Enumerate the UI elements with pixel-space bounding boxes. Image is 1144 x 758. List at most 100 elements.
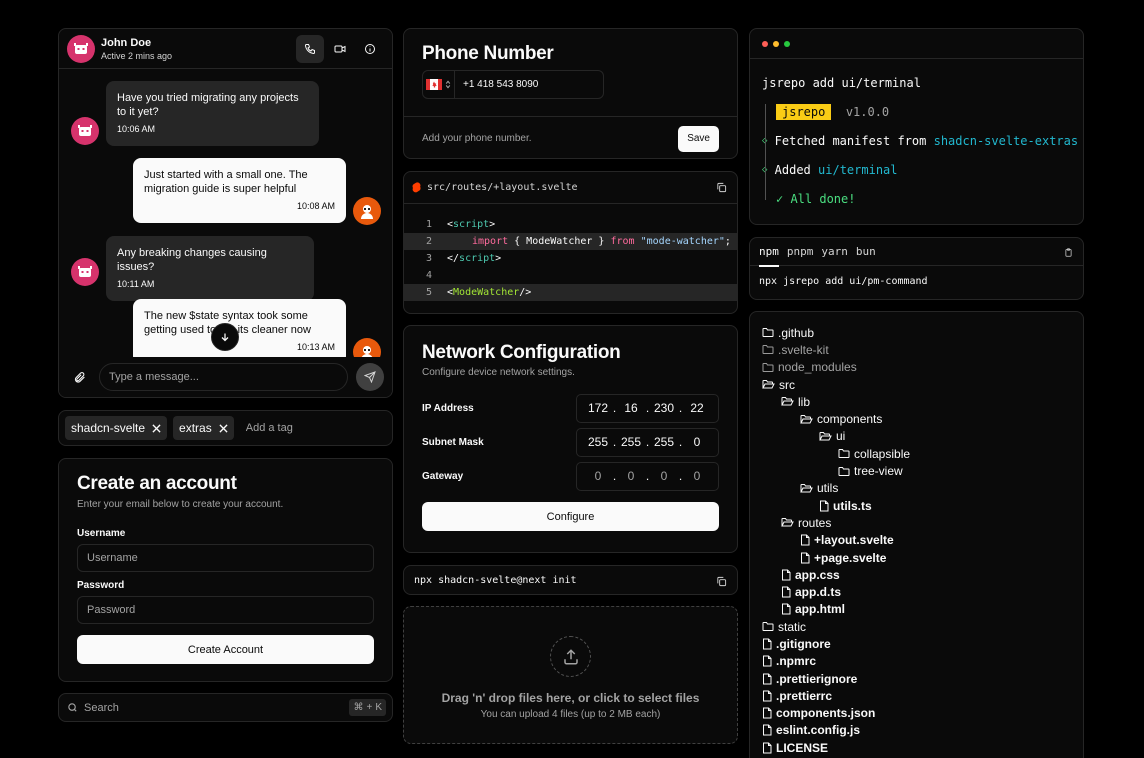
tree-file[interactable]: LICENSE [750, 739, 1083, 756]
upload-icon-wrapper [550, 636, 591, 677]
tree-folder[interactable]: tree-view [750, 462, 1083, 479]
tree-folder[interactable]: .github [750, 324, 1083, 341]
tree-file[interactable]: .prettierignore [750, 670, 1083, 687]
octet[interactable]: 172 [585, 401, 612, 415]
tree-folder[interactable]: routes [750, 514, 1083, 531]
attach-button[interactable] [67, 363, 91, 391]
subnet-mask-input[interactable]: 255. 255. 255. 0 [576, 427, 719, 457]
octet[interactable]: 0 [585, 469, 612, 483]
close-icon[interactable] [219, 423, 228, 433]
tab-pnpm[interactable]: pnpm [787, 238, 814, 266]
octet[interactable]: 255 [618, 435, 645, 449]
country-select[interactable] [423, 71, 455, 98]
arrow-down-icon [221, 333, 229, 342]
code-token: </ [447, 253, 460, 264]
tree-folder[interactable]: src [750, 376, 1083, 393]
scroll-to-bottom-button[interactable] [211, 323, 239, 351]
chat-user-status: Active 2 mins ago [101, 50, 173, 61]
keyboard-shortcut: ⌘ + K [349, 699, 386, 716]
tree-file[interactable]: eslint.config.js [750, 722, 1083, 739]
tree-folder[interactable]: utils [750, 480, 1083, 497]
tab-npm[interactable]: npm [759, 238, 779, 267]
video-call-button[interactable] [326, 35, 354, 63]
close-dot [762, 40, 768, 47]
file-dropzone[interactable]: Drag 'n' drop files here, or click to se… [403, 606, 738, 744]
code-token: > [495, 253, 502, 264]
username-label: Username [77, 528, 126, 539]
tag: extras [173, 416, 234, 440]
octet[interactable]: 0 [618, 469, 645, 483]
password-label: Password [77, 580, 125, 591]
octet[interactable]: 255 [585, 435, 612, 449]
gateway-input[interactable]: 0. 0. 0. 0 [576, 461, 719, 491]
call-button[interactable] [296, 35, 324, 63]
tree-file[interactable]: app.d.ts [750, 583, 1083, 600]
configure-button[interactable]: Configure [422, 502, 719, 531]
tab-bun[interactable]: bun [856, 238, 876, 266]
tree-folder[interactable]: collapsible [750, 445, 1083, 462]
robot-icon [74, 42, 88, 54]
tree-file[interactable]: +page.svelte [750, 549, 1083, 566]
octet[interactable]: 22 [684, 401, 711, 415]
chat-composer [59, 357, 392, 397]
file-icon [781, 569, 791, 581]
octet[interactable]: 0 [684, 469, 711, 483]
copy-button[interactable] [713, 180, 729, 196]
phone-input[interactable] [455, 71, 603, 98]
avatar [353, 197, 381, 225]
copy-button[interactable] [713, 573, 729, 589]
tree-folder[interactable]: lib [750, 393, 1083, 410]
code-token: from [610, 236, 635, 247]
octet[interactable]: 230 [651, 401, 678, 415]
tree-file[interactable]: components.json [750, 705, 1083, 722]
maximize-dot [784, 40, 790, 47]
code-line: 1 <script> [404, 216, 737, 233]
password-input[interactable] [77, 596, 374, 624]
message-text: Any breaking changes causing issues? [117, 247, 267, 273]
tree-item-label: app.d.ts [795, 585, 842, 600]
terminal-text: Fetched manifest from [774, 133, 934, 148]
file-icon [762, 690, 772, 702]
tree-item-label: .npmrc [776, 654, 817, 669]
file-icon [762, 673, 772, 685]
info-button[interactable] [356, 35, 384, 63]
tree-file[interactable]: +layout.svelte [750, 532, 1083, 549]
tree-file[interactable]: app.html [750, 601, 1083, 618]
tree-folder[interactable]: .svelte-kit [750, 341, 1083, 358]
tree-item-label: components [817, 412, 883, 427]
tree-file[interactable]: .prettierrc [750, 687, 1083, 704]
minimize-dot [773, 40, 779, 47]
search-bar[interactable]: Search ⌘ + K [58, 693, 393, 722]
tab-yarn[interactable]: yarn [821, 238, 848, 266]
ip-address-input[interactable]: 172. 16. 230. 22 [576, 393, 719, 423]
tree-folder[interactable]: node_modules [750, 359, 1083, 376]
terminal-source: shadcn-svelte-extras [933, 133, 1079, 148]
tree-folder[interactable]: components [750, 410, 1083, 427]
code-filename: src/routes/+layout.svelte [427, 182, 578, 193]
octet[interactable]: 0 [651, 469, 678, 483]
octet[interactable]: 0 [684, 435, 711, 449]
message-bubble: Just started with a small one. The migra… [133, 158, 346, 223]
copy-button[interactable] [1061, 245, 1075, 259]
username-input[interactable] [77, 544, 374, 572]
tree-file[interactable]: .npmrc [750, 653, 1083, 670]
create-account-button[interactable]: Create Account [77, 635, 374, 664]
message-input[interactable] [99, 363, 348, 391]
dropzone-subtitle: You can upload 4 files (up to 2 MB each) [480, 709, 661, 720]
phone-number-card: Phone Number Add your phone number. Save [403, 28, 738, 159]
save-button[interactable]: Save [678, 125, 719, 152]
tree-folder[interactable]: static [750, 618, 1083, 635]
chat-card: John Doe Active 2 mins ago Have you trie… [58, 28, 393, 398]
send-button[interactable] [356, 363, 384, 391]
tree-file[interactable]: .gitignore [750, 635, 1083, 652]
network-title: Network Configuration [422, 342, 621, 363]
tree-item-label: lib [798, 394, 811, 409]
tree-file[interactable]: app.css [750, 566, 1083, 583]
chat-header: John Doe Active 2 mins ago [59, 29, 392, 69]
tree-folder[interactable]: ui [750, 428, 1083, 445]
close-icon[interactable] [152, 423, 161, 433]
octet[interactable]: 16 [618, 401, 645, 415]
add-tag-input[interactable] [245, 422, 336, 434]
tree-file[interactable]: utils.ts [750, 497, 1083, 514]
octet[interactable]: 255 [651, 435, 678, 449]
